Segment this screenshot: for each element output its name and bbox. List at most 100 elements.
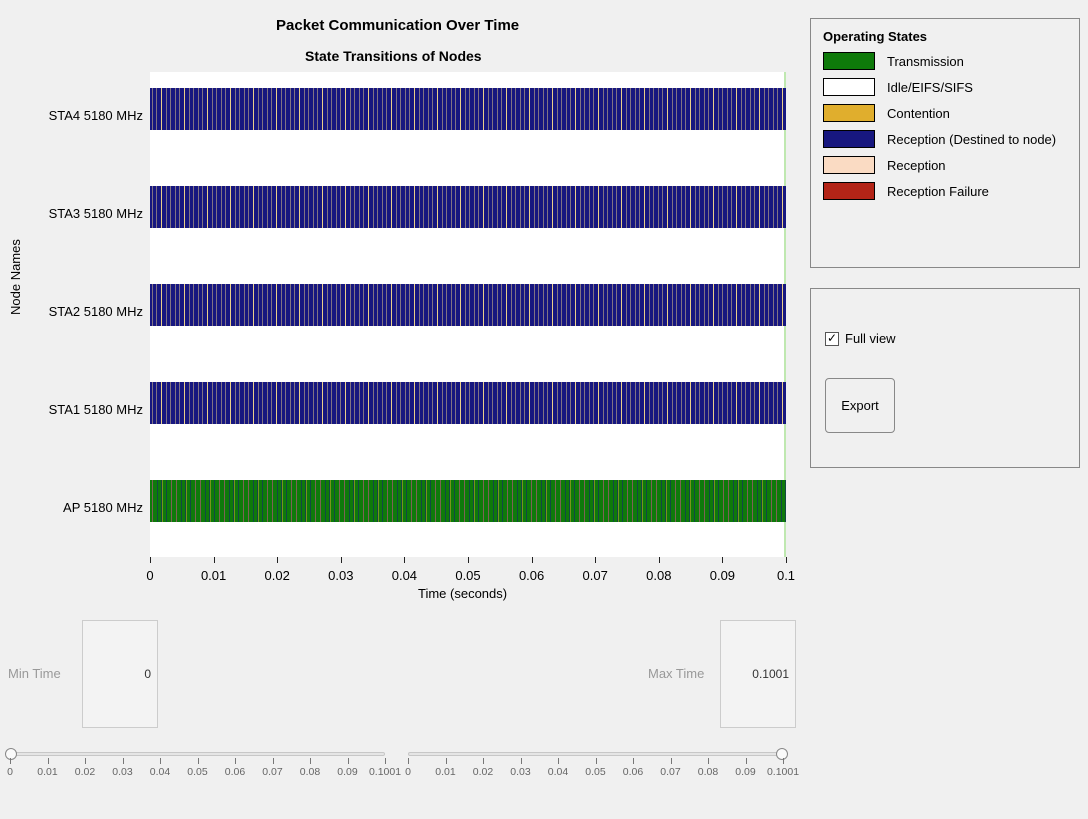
- legend-item-reception-destined: Reception (Destined to node): [823, 130, 1067, 148]
- xtick-mark: [595, 557, 596, 563]
- slider-tick-label: 0.06: [623, 766, 643, 778]
- xtick-label: 0: [146, 568, 153, 583]
- min-time-value: 0: [144, 667, 151, 681]
- slider-tick-label: 0.08: [698, 766, 718, 778]
- slider-tick: [385, 758, 386, 764]
- slider-tick: [310, 758, 311, 764]
- slider-tick-label: 0.09: [337, 766, 357, 778]
- slider-tick: [633, 758, 634, 764]
- xtick-mark: [404, 557, 405, 563]
- xtick-label: 0.04: [392, 568, 417, 583]
- min-time-field[interactable]: 0: [82, 620, 158, 728]
- legend-label: Transmission: [887, 54, 964, 69]
- slider-tick-label: 0: [7, 766, 13, 778]
- legend-panel: Operating States Transmission Idle/EIFS/…: [810, 18, 1080, 268]
- xtick-label: 0.09: [710, 568, 735, 583]
- ytick-ap: AP 5180 MHz: [23, 500, 143, 515]
- xtick-mark: [786, 557, 787, 563]
- slider-tick-label: 0: [405, 766, 411, 778]
- max-time-field[interactable]: 0.1001: [720, 620, 796, 728]
- slider-tick-label: 0.09: [735, 766, 755, 778]
- slider-tick-label: 0.1001: [767, 766, 799, 778]
- ytick-sta4: STA4 5180 MHz: [23, 108, 143, 123]
- slider-tick: [783, 758, 784, 764]
- y-axis-label: Node Names: [8, 239, 23, 315]
- slider-track[interactable]: [10, 752, 385, 756]
- legend-label: Idle/EIFS/SIFS: [887, 80, 973, 95]
- ytick-sta3: STA3 5180 MHz: [23, 206, 143, 221]
- slider-tick-label: 0.02: [473, 766, 493, 778]
- xtick-label: 0.06: [519, 568, 544, 583]
- swatch-reception-failure-icon: [823, 182, 875, 200]
- slider-tick-label: 0.03: [510, 766, 530, 778]
- swatch-idle-icon: [823, 78, 875, 96]
- fullview-checkbox-row[interactable]: Full view: [825, 331, 1065, 346]
- slider-tick-label: 0.07: [660, 766, 680, 778]
- plot-area[interactable]: [150, 72, 786, 557]
- swatch-transmission-icon: [823, 52, 875, 70]
- slider-tick-label: 0.1001: [369, 766, 401, 778]
- slider-tick-label: 0.06: [225, 766, 245, 778]
- slider-tick: [596, 758, 597, 764]
- legend-label: Reception (Destined to node): [887, 132, 1056, 147]
- slider-tick: [123, 758, 124, 764]
- xtick-label: 0.01: [201, 568, 226, 583]
- max-time-slider[interactable]: 00.010.020.030.040.050.060.070.080.090.1…: [408, 752, 783, 807]
- slider-tick: [521, 758, 522, 764]
- legend-item-transmission: Transmission: [823, 52, 1067, 70]
- row-ap: [150, 480, 786, 522]
- xtick-mark: [659, 557, 660, 563]
- xtick-mark: [277, 557, 278, 563]
- checkbox-icon[interactable]: [825, 332, 839, 346]
- slider-tick: [708, 758, 709, 764]
- chart-main-title: Packet Communication Over Time: [276, 17, 519, 34]
- legend-item-reception: Reception: [823, 156, 1067, 174]
- slider-tick-label: 0.04: [150, 766, 170, 778]
- swatch-contention-icon: [823, 104, 875, 122]
- slider-tick: [558, 758, 559, 764]
- x-axis-label: Time (seconds): [418, 586, 507, 601]
- slider-tick: [483, 758, 484, 764]
- legend-item-contention: Contention: [823, 104, 1067, 122]
- slider-tick-label: 0.07: [262, 766, 282, 778]
- min-time-label: Min Time: [8, 666, 61, 681]
- export-label: Export: [841, 398, 879, 413]
- xtick-mark: [722, 557, 723, 563]
- slider-tick: [198, 758, 199, 764]
- legend-item-idle: Idle/EIFS/SIFS: [823, 78, 1067, 96]
- xtick-label: 0.08: [646, 568, 671, 583]
- slider-tick: [235, 758, 236, 764]
- xtick-label: 0.03: [328, 568, 353, 583]
- min-time-slider[interactable]: 00.010.020.030.040.050.060.070.080.090.1…: [10, 752, 385, 807]
- slider-tick-label: 0.01: [37, 766, 57, 778]
- row-sta3: [150, 186, 786, 228]
- xtick-mark: [341, 557, 342, 563]
- xtick-label: 0.1: [777, 568, 795, 583]
- ytick-sta1: STA1 5180 MHz: [23, 402, 143, 417]
- slider-tick: [85, 758, 86, 764]
- slider-tick-label: 0.05: [187, 766, 207, 778]
- slider-tick: [348, 758, 349, 764]
- ytick-sta2: STA2 5180 MHz: [23, 304, 143, 319]
- slider-tick-label: 0.08: [300, 766, 320, 778]
- xtick-mark: [214, 557, 215, 563]
- slider-tick: [48, 758, 49, 764]
- row-sta4: [150, 88, 786, 130]
- xtick-label: 0.02: [265, 568, 290, 583]
- legend-label: Reception: [887, 158, 946, 173]
- slider-tick: [160, 758, 161, 764]
- xtick-mark: [150, 557, 151, 563]
- slider-tick: [671, 758, 672, 764]
- legend-title: Operating States: [823, 29, 1067, 44]
- fullview-label: Full view: [845, 331, 896, 346]
- legend-label: Contention: [887, 106, 950, 121]
- slider-tick-label: 0.03: [112, 766, 132, 778]
- slider-tick: [273, 758, 274, 764]
- xtick-mark: [468, 557, 469, 563]
- export-button[interactable]: Export: [825, 378, 895, 433]
- swatch-reception-destined-icon: [823, 130, 875, 148]
- xtick-label: 0.07: [583, 568, 608, 583]
- slider-track[interactable]: [408, 752, 783, 756]
- row-sta2: [150, 284, 786, 326]
- chart-sub-title: State Transitions of Nodes: [305, 48, 482, 64]
